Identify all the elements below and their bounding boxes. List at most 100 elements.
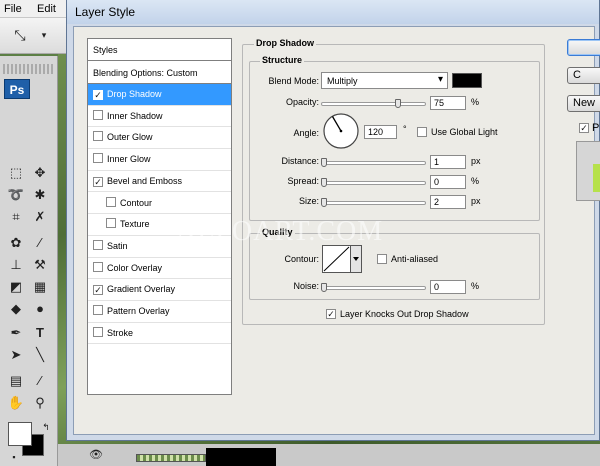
eraser-tool-icon[interactable]: ◩ (6, 278, 26, 296)
blend-mode-select[interactable]: Multiply ▾ (321, 72, 448, 89)
new-style-button[interactable]: New (567, 95, 600, 112)
healing-brush-icon[interactable]: ✿ (6, 234, 26, 252)
spread-slider-thumb[interactable] (321, 178, 327, 187)
blur-tool-icon[interactable]: ◆ (6, 300, 26, 318)
cancel-button[interactable]: C (567, 67, 600, 84)
style-item[interactable]: Satin (88, 236, 231, 258)
opacity-unit: % (471, 97, 480, 107)
distance-unit: px (471, 156, 481, 166)
eyedropper-icon[interactable]: ⁄ (30, 372, 50, 390)
style-checkbox[interactable] (93, 305, 103, 315)
style-item[interactable]: Outer Glow (88, 127, 231, 150)
menu-edit[interactable]: Edit (37, 3, 56, 15)
move-tool-icon[interactable]: ⤡ (10, 26, 30, 44)
style-checkbox[interactable]: ✓ (93, 285, 103, 296)
style-item[interactable]: Contour (88, 193, 231, 215)
line-tool-icon[interactable]: ╲ (30, 346, 50, 364)
noise-slider-thumb[interactable] (321, 283, 327, 292)
hand-tool-icon[interactable]: ✋ (6, 394, 26, 412)
spread-input[interactable]: 0 (430, 175, 466, 189)
style-checkbox[interactable]: ✓ (93, 176, 103, 187)
angle-unit: ° (403, 124, 407, 134)
eye-icon[interactable]: 👁 (86, 446, 106, 464)
gradient-tool-icon[interactable]: ▦ (30, 278, 50, 296)
style-checkbox[interactable] (93, 326, 103, 337)
anti-aliased-checkbox[interactable] (377, 254, 387, 264)
lasso-tool-icon[interactable]: ➰ (6, 186, 26, 204)
notes-tool-icon[interactable]: ▤ (6, 372, 26, 390)
chevron-down-icon[interactable]: ▾ (34, 26, 54, 44)
style-item[interactable]: Inner Glow (88, 149, 231, 171)
style-item[interactable]: Inner Shadow (88, 106, 231, 128)
pen-tool-icon[interactable]: ✒ (6, 324, 26, 342)
style-checkbox[interactable] (93, 239, 103, 250)
distance-slider[interactable] (321, 158, 426, 167)
styles-list: Styles Blending Options: Custom ✓ Drop Sh… (87, 38, 232, 395)
foreground-color-swatch[interactable] (8, 422, 32, 446)
dialog-titlebar[interactable]: Layer Style (67, 0, 599, 24)
spread-slider[interactable] (321, 178, 426, 187)
history-brush-icon[interactable]: ⚒ (30, 256, 50, 274)
chevron-down-icon: ▾ (437, 74, 443, 85)
style-label: Outer Glow (107, 132, 153, 143)
path-selection-icon[interactable]: ➤ (6, 346, 26, 364)
angle-dial[interactable] (322, 112, 360, 150)
type-tool-icon[interactable]: T (30, 324, 50, 342)
layer-thumbnail[interactable] (136, 454, 206, 462)
clone-stamp-icon[interactable]: ⊥ (6, 256, 26, 274)
angle-input[interactable]: 120 (364, 125, 397, 139)
move-tool-icon[interactable]: ✥ (30, 164, 50, 182)
noise-input[interactable]: 0 (430, 280, 466, 294)
ok-button[interactable] (567, 39, 600, 56)
shadow-color-swatch[interactable] (452, 73, 482, 88)
preview-box (576, 141, 600, 201)
layer-style-dialog: Layer Style Styles Blending Options: Cus… (66, 0, 600, 441)
style-checkbox[interactable] (93, 131, 103, 142)
toolbox-grip[interactable] (3, 64, 53, 74)
style-label: Color Overlay (107, 262, 163, 273)
dialog-title: Layer Style (75, 5, 136, 19)
style-item[interactable]: Texture (88, 214, 231, 236)
style-item[interactable]: ✓ Drop Shadow (88, 84, 231, 106)
style-checkbox[interactable] (93, 261, 103, 272)
default-colors-icon[interactable]: ▪ (4, 448, 24, 466)
size-slider-thumb[interactable] (321, 198, 327, 207)
distance-input[interactable]: 1 (430, 155, 466, 169)
noise-slider[interactable] (321, 283, 426, 292)
quality-title: Quality (260, 227, 295, 237)
menu-file[interactable]: File (4, 3, 22, 15)
style-item[interactable]: Stroke (88, 323, 231, 345)
styles-header[interactable]: Styles (88, 39, 231, 61)
marquee-tool-icon[interactable]: ⬚ (6, 164, 26, 182)
style-item[interactable]: Pattern Overlay (88, 301, 231, 323)
distance-slider-thumb[interactable] (321, 158, 327, 167)
blending-options-item[interactable]: Blending Options: Custom (88, 62, 231, 84)
style-item[interactable]: ✓ Gradient Overlay (88, 279, 231, 301)
size-slider[interactable] (321, 198, 426, 207)
brush-tool-icon[interactable]: ∕ (30, 234, 50, 252)
preview-checkbox[interactable]: ✓ (579, 123, 589, 133)
style-item[interactable]: ✓ Bevel and Emboss (88, 171, 231, 193)
style-checkbox[interactable] (106, 196, 116, 207)
use-global-light-checkbox[interactable] (417, 127, 427, 137)
slice-tool-icon[interactable]: ✗ (30, 208, 50, 226)
style-checkbox[interactable]: ✓ (93, 90, 103, 100)
dialog-body: Styles Blending Options: Custom ✓ Drop Sh… (73, 26, 600, 435)
style-checkbox[interactable] (93, 109, 103, 120)
size-input[interactable]: 2 (430, 195, 466, 209)
contour-picker[interactable] (322, 245, 362, 273)
layer-mask-thumbnail[interactable] (206, 448, 276, 466)
style-label: Stroke (107, 327, 134, 338)
style-item[interactable]: Color Overlay (88, 258, 231, 280)
opacity-input[interactable]: 75 (430, 96, 466, 110)
crop-tool-icon[interactable]: ⌗ (6, 208, 26, 226)
magic-wand-icon[interactable]: ✱ (30, 186, 50, 204)
zoom-tool-icon[interactable]: ⚲ (30, 394, 50, 412)
swap-colors-icon[interactable]: ↰ (36, 418, 56, 436)
style-checkbox[interactable] (93, 153, 103, 164)
dodge-tool-icon[interactable]: ● (30, 300, 50, 318)
opacity-slider-thumb[interactable] (395, 99, 401, 108)
opacity-slider[interactable] (321, 99, 426, 108)
style-checkbox[interactable] (106, 218, 116, 229)
layer-knocks-out-checkbox[interactable]: ✓ (326, 309, 336, 319)
